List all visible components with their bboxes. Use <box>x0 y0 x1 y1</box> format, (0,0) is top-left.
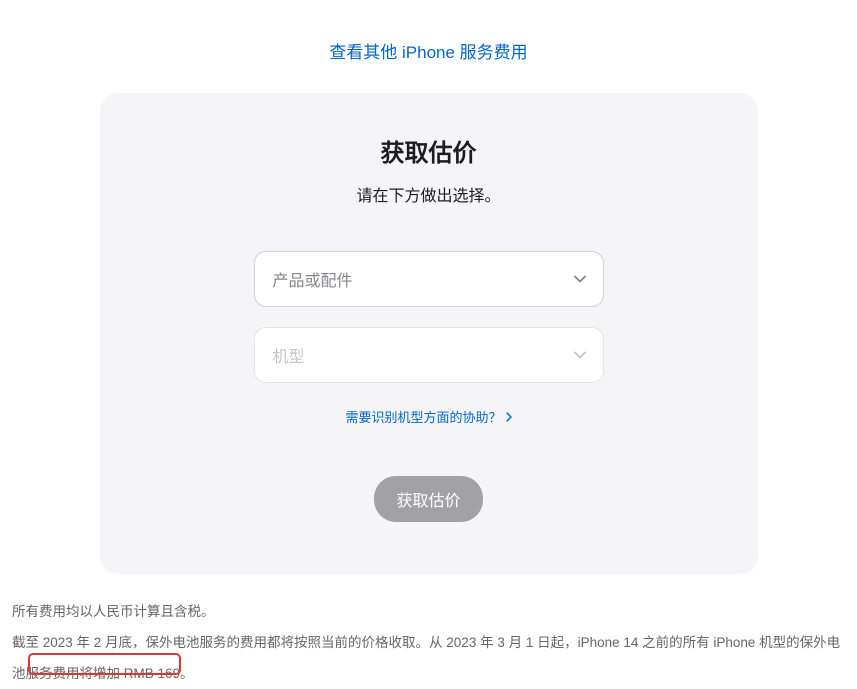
estimate-card: 获取估价 请在下方做出选择。 产品或配件 机型 需要识别机型方面的协助？ 获取估… <box>100 93 758 574</box>
other-services-link[interactable]: 查看其他 iPhone 服务费用 <box>329 43 527 62</box>
footer-line-2: 截至 2023 年 2 月底，保外电池服务的费用都将按照当前的价格收取。从 20… <box>12 627 845 689</box>
get-estimate-button[interactable]: 获取估价 <box>374 476 482 522</box>
chevron-right-icon <box>506 412 512 422</box>
help-link-label: 需要识别机型方面的协助？ <box>345 407 501 426</box>
top-link-container: 查看其他 iPhone 服务费用 <box>0 0 857 93</box>
footer-line-2-text: 截至 2023 年 2 月底，保外电池服务的费用都将按照当前的价格收取。从 20… <box>12 635 840 681</box>
footer-text: 所有费用均以人民币计算且含税。 截至 2023 年 2 月底，保外电池服务的费用… <box>0 574 857 689</box>
help-identify-link[interactable]: 需要识别机型方面的协助？ <box>345 407 511 426</box>
button-row: 获取估价 <box>140 476 718 522</box>
model-select-wrapper: 机型 <box>254 327 604 383</box>
card-subtitle: 请在下方做出选择。 <box>140 182 718 206</box>
product-select[interactable]: 产品或配件 <box>254 251 604 307</box>
product-select-wrapper: 产品或配件 <box>254 251 604 307</box>
footer-line-1: 所有费用均以人民币计算且含税。 <box>12 596 845 627</box>
model-select[interactable]: 机型 <box>254 327 604 383</box>
card-title: 获取估价 <box>140 133 718 168</box>
